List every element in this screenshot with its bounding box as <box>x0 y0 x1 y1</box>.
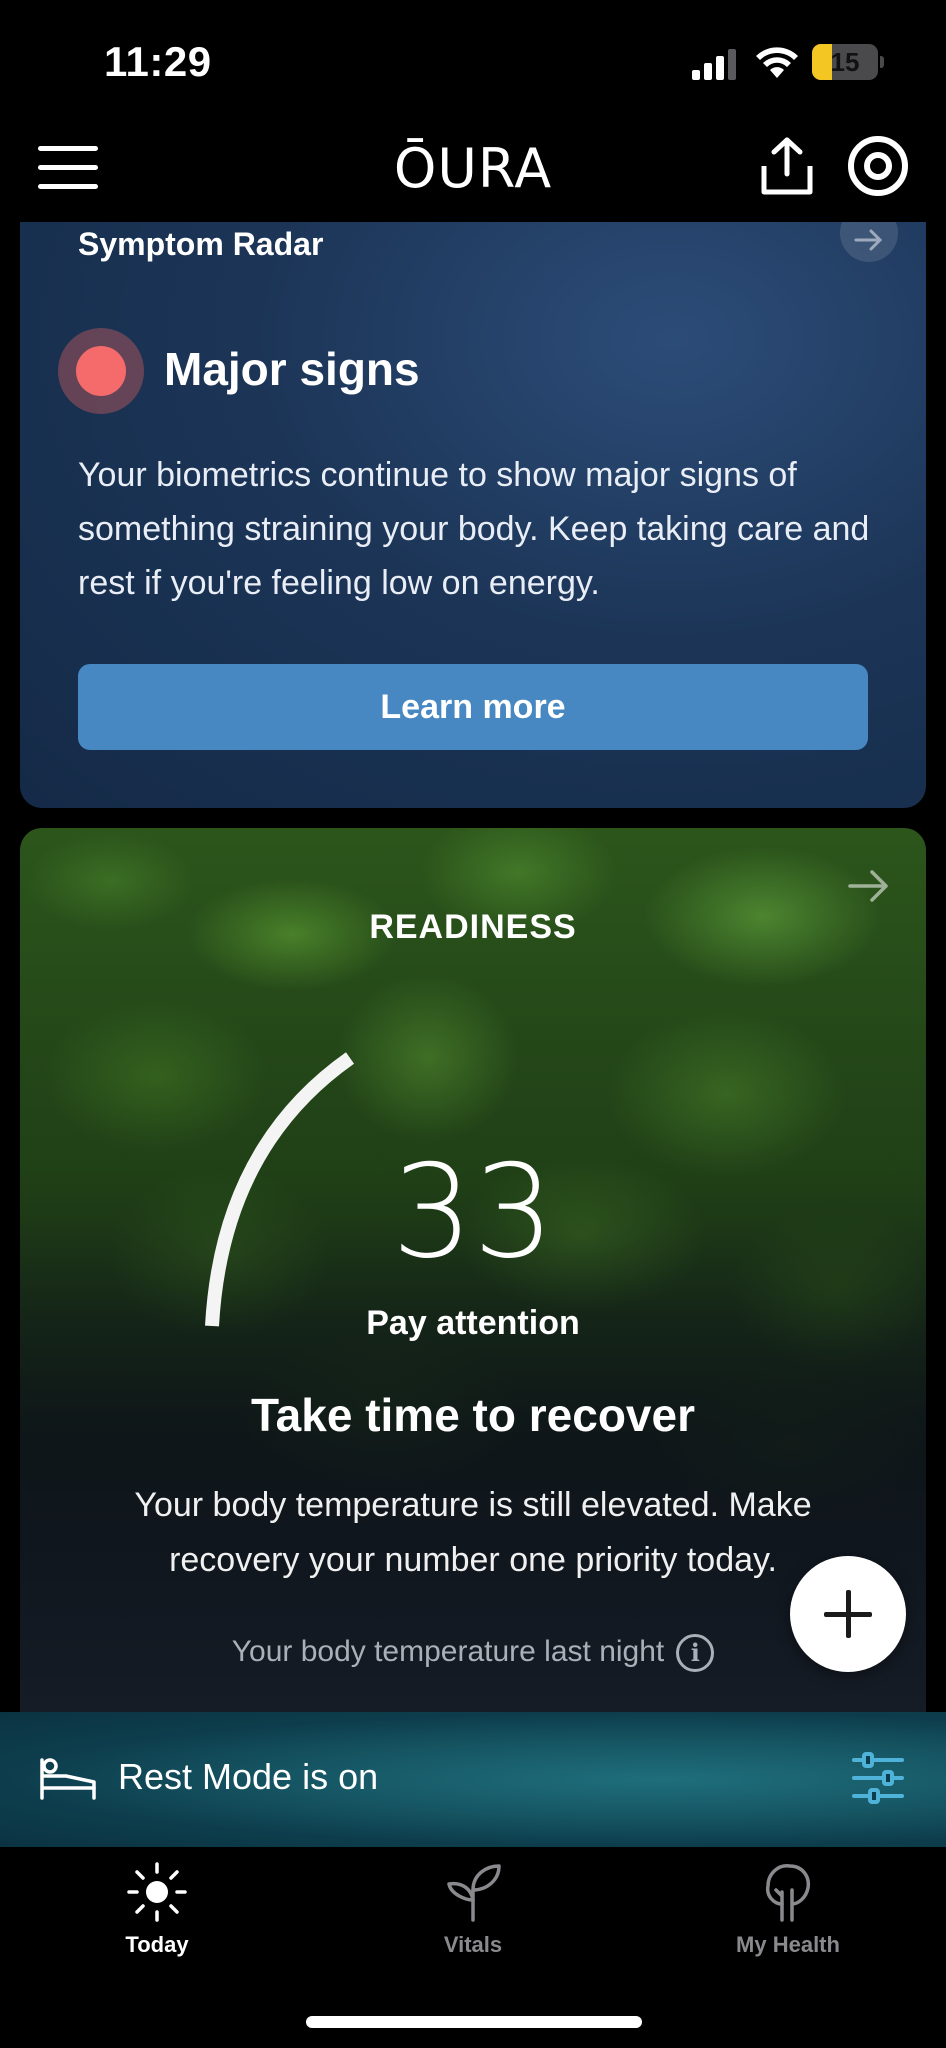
add-button[interactable] <box>790 1556 906 1672</box>
readiness-score: 33 <box>391 1138 555 1287</box>
tab-today[interactable]: Today <box>57 1860 257 1970</box>
temperature-link-label: Your body temperature last night <box>231 1634 665 1668</box>
symptom-radar-card[interactable]: Symptom Radar Major signs Your biometric… <box>20 222 926 808</box>
temperature-link[interactable]: Your body temperature last night i <box>20 1634 926 1672</box>
radar-arrow-icon[interactable] <box>840 222 898 262</box>
battery-icon: 15 <box>812 44 884 80</box>
readiness-arrow-icon[interactable] <box>846 866 892 906</box>
sprout-icon <box>447 1864 501 1922</box>
cellular-signal-icon <box>692 49 736 80</box>
menu-icon[interactable] <box>38 146 98 190</box>
radar-description: Your biometrics continue to show major s… <box>78 456 870 602</box>
radar-status-label: Major signs <box>164 343 420 395</box>
adjust-sliders-icon[interactable] <box>850 1752 906 1804</box>
ring-settings-icon[interactable] <box>846 134 910 198</box>
status-indicator-dot <box>76 346 126 396</box>
readiness-headline: Take time to recover <box>250 1389 695 1441</box>
readiness-score-label: Pay attention <box>366 1304 580 1342</box>
sun-icon <box>127 1862 187 1922</box>
readiness-title: READINESS <box>369 908 577 946</box>
tree-icon <box>765 1864 811 1922</box>
learn-more-button[interactable]: Learn more <box>78 664 868 750</box>
tab-vitals-label: Vitals <box>443 1932 503 1957</box>
status-bar: 11:29 15 <box>0 0 946 120</box>
tab-vitals[interactable]: Vitals <box>373 1860 573 1970</box>
bed-icon <box>40 1758 96 1800</box>
tab-my-health-label: My Health <box>736 1932 840 1957</box>
tab-today-label: Today <box>125 1932 189 1957</box>
battery-percentage: 15 <box>830 47 860 77</box>
share-icon[interactable] <box>760 136 814 196</box>
readiness-card[interactable]: READINESS 33 Pay attention Take time to … <box>20 828 926 1713</box>
info-icon[interactable]: i <box>676 1634 715 1672</box>
symptom-radar-title: Symptom Radar <box>78 226 324 262</box>
status-time: 11:29 <box>104 38 212 85</box>
wifi-icon <box>756 47 798 78</box>
oura-logo: ŌURA <box>393 137 553 200</box>
home-indicator <box>306 2016 642 2028</box>
tab-my-health[interactable]: My Health <box>688 1860 888 1970</box>
readiness-description: Your body temperature is still elevated.… <box>134 1486 812 1579</box>
rest-mode-label: Rest Mode is on <box>118 1756 379 1797</box>
